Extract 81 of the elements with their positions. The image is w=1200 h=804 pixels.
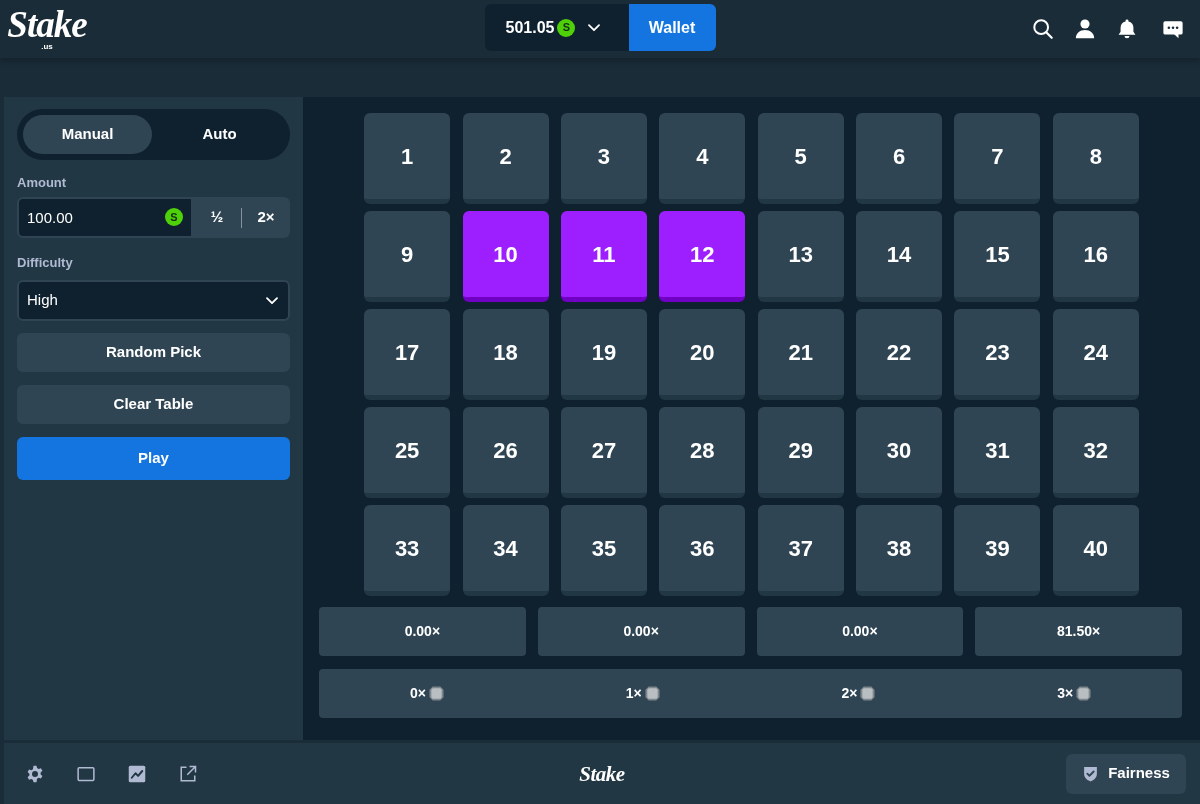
- number-tile[interactable]: 40: [1052, 505, 1139, 596]
- play-button[interactable]: Play: [17, 437, 290, 480]
- square-icon[interactable]: [77, 764, 95, 783]
- number-tile[interactable]: 9: [364, 211, 451, 302]
- payout-multiplier: 81.50×: [975, 607, 1182, 656]
- currency-badge: S: [557, 18, 576, 37]
- number-tile[interactable]: 39: [954, 505, 1041, 596]
- difficulty-select[interactable]: High: [17, 280, 290, 321]
- number-tile[interactable]: 31: [954, 407, 1041, 498]
- payout-multiplier: 0.00×: [319, 607, 526, 656]
- mode-tab[interactable]: Auto: [155, 115, 284, 154]
- number-tile[interactable]: 24: [1052, 309, 1139, 400]
- number-tile[interactable]: 16: [1052, 211, 1139, 302]
- action-button[interactable]: Random Pick: [17, 333, 290, 372]
- number-tile[interactable]: 1: [364, 113, 451, 204]
- fairness-button[interactable]: Fairness: [1066, 753, 1186, 794]
- hits-label: 0×: [409, 684, 426, 703]
- number-tile[interactable]: 2: [462, 113, 549, 204]
- balance-amount: 501.05: [505, 17, 555, 38]
- mode-tab[interactable]: Manual: [23, 115, 152, 154]
- logo-wordmark[interactable]: Stake: [7, 7, 87, 42]
- hits-label: 2×: [841, 684, 858, 703]
- logo-suffix: .us: [41, 41, 53, 51]
- number-tile[interactable]: 18: [462, 309, 549, 400]
- chat-icon[interactable]: [1162, 18, 1184, 40]
- number-tile[interactable]: 10: [462, 211, 549, 302]
- number-tile[interactable]: 25: [364, 407, 451, 498]
- gem-icon: [1076, 686, 1092, 701]
- number-tile[interactable]: 15: [954, 211, 1041, 302]
- amount-label: Amount: [17, 175, 68, 191]
- number-tile[interactable]: 26: [462, 407, 549, 498]
- footer-logo: Stake: [579, 762, 625, 785]
- number-tile[interactable]: 5: [757, 113, 844, 204]
- payout-multiplier: 0.00×: [537, 607, 745, 656]
- number-tile[interactable]: 35: [560, 505, 647, 596]
- number-tile[interactable]: 12: [659, 211, 746, 302]
- number-tile[interactable]: 11: [560, 211, 647, 302]
- number-tile[interactable]: 22: [856, 309, 943, 400]
- settings-icon[interactable]: [26, 764, 44, 783]
- number-tile[interactable]: 21: [757, 309, 844, 400]
- hits-label: 3×: [1057, 684, 1074, 703]
- amount-adjust-button[interactable]: ½: [193, 197, 241, 238]
- gem-icon: [644, 686, 660, 701]
- external-link-icon[interactable]: [179, 764, 197, 783]
- wallet-button[interactable]: Wallet: [628, 4, 716, 51]
- payout-multiplier: 0.00×: [756, 607, 964, 656]
- number-tile[interactable]: 33: [364, 505, 451, 596]
- amount-adjust-button[interactable]: 2×: [242, 197, 290, 238]
- number-tile[interactable]: 7: [954, 113, 1041, 204]
- number-tile[interactable]: 3: [560, 113, 647, 204]
- number-tile[interactable]: 4: [659, 113, 746, 204]
- action-button[interactable]: Clear Table: [17, 385, 290, 424]
- number-tile[interactable]: 6: [856, 113, 943, 204]
- number-tile[interactable]: 37: [757, 505, 844, 596]
- number-tile[interactable]: 17: [364, 309, 451, 400]
- chevron-down-icon: [588, 23, 601, 32]
- number-tile[interactable]: 8: [1052, 113, 1139, 204]
- hits-label: 1×: [625, 684, 642, 703]
- difficulty-label: Difficulty: [17, 255, 74, 271]
- number-tile[interactable]: 20: [659, 309, 746, 400]
- number-tile[interactable]: 32: [1052, 407, 1139, 498]
- gem-icon: [860, 686, 876, 701]
- number-tile[interactable]: 19: [560, 309, 647, 400]
- balance-selector[interactable]: 501.05 S: [484, 4, 629, 51]
- number-tile[interactable]: 28: [659, 407, 746, 498]
- user-icon[interactable]: [1074, 18, 1096, 40]
- chart-icon[interactable]: [128, 764, 146, 783]
- number-tile[interactable]: 38: [856, 505, 943, 596]
- number-tile[interactable]: 14: [856, 211, 943, 302]
- number-tile[interactable]: 23: [954, 309, 1041, 400]
- number-tile[interactable]: 36: [659, 505, 746, 596]
- shield-check-icon: [1082, 764, 1100, 783]
- gem-icon: [428, 686, 444, 701]
- search-icon[interactable]: [1032, 18, 1054, 40]
- chevron-down-icon: [266, 296, 278, 305]
- number-tile[interactable]: 29: [757, 407, 844, 498]
- number-tile[interactable]: 30: [856, 407, 943, 498]
- number-tile[interactable]: 27: [560, 407, 647, 498]
- bell-icon[interactable]: [1116, 18, 1138, 40]
- number-tile[interactable]: 34: [462, 505, 549, 596]
- number-tile[interactable]: 13: [757, 211, 844, 302]
